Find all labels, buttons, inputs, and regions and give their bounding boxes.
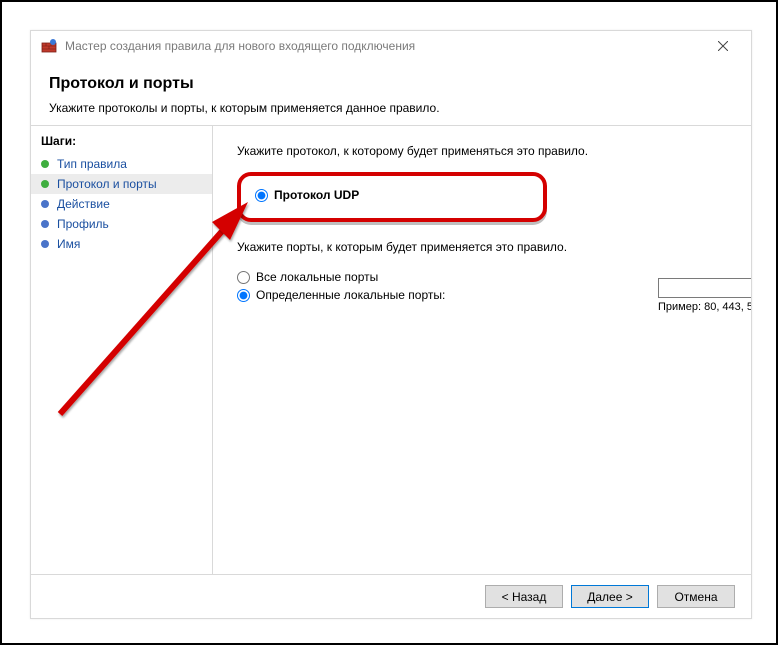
ports-all-radio[interactable] [237,271,250,284]
ports-specific-row[interactable]: Определенные локальные порты: [237,286,727,304]
firewall-icon [41,38,57,54]
step-bullet-icon [41,200,49,208]
ports-all-label: Все локальные порты [256,270,378,284]
steps-heading: Шаги: [31,132,212,154]
step-action[interactable]: Действие [31,194,212,214]
protocol-udp-label: Протокол UDP [274,188,359,202]
wizard-header: Протокол и порты Укажите протоколы и пор… [31,61,751,125]
window-title: Мастер создания правила для нового входя… [65,39,703,53]
step-label: Действие [57,197,110,211]
step-bullet-icon [41,180,49,188]
step-label: Имя [57,237,80,251]
ports-prompt: Укажите порты, к которым будет применяет… [237,240,727,254]
step-rule-type[interactable]: Тип правила [31,154,212,174]
ports-specific-label: Определенные локальные порты: [256,288,445,302]
next-button[interactable]: Далее > [571,585,649,608]
protocol-prompt: Укажите протокол, к которому будет приме… [237,144,727,158]
step-bullet-icon [41,160,49,168]
close-icon [718,41,728,51]
step-profile[interactable]: Профиль [31,214,212,234]
step-protocol-ports[interactable]: Протокол и порты [31,174,212,194]
cancel-button[interactable]: Отмена [657,585,735,608]
ports-input[interactable] [658,278,751,298]
ports-all-row[interactable]: Все локальные порты [237,268,727,286]
steps-sidebar: Шаги: Тип правила Протокол и порты Дейст… [31,126,213,574]
ports-example: Пример: 80, 443, 5000-5010 [658,301,751,313]
step-label: Тип правила [57,157,127,171]
ports-specific-radio[interactable] [237,289,250,302]
annotation-highlight: Протокол UDP [237,172,547,222]
page-title: Протокол и порты [49,75,733,93]
protocol-udp-radio[interactable] [255,189,268,202]
page-description: Укажите протоколы и порты, к которым при… [49,101,733,115]
step-label: Протокол и порты [57,177,157,191]
step-bullet-icon [41,220,49,228]
back-button[interactable]: < Назад [485,585,563,608]
step-bullet-icon [41,240,49,248]
protocol-udp-row[interactable]: Протокол UDP [255,186,529,204]
step-name[interactable]: Имя [31,234,212,254]
close-button[interactable] [703,32,743,60]
wizard-content: Укажите протокол, к которому будет приме… [213,126,751,574]
titlebar: Мастер создания правила для нового входя… [31,31,751,61]
step-label: Профиль [57,217,109,231]
wizard-window: Мастер создания правила для нового входя… [30,30,752,619]
button-bar: < Назад Далее > Отмена [31,574,751,618]
